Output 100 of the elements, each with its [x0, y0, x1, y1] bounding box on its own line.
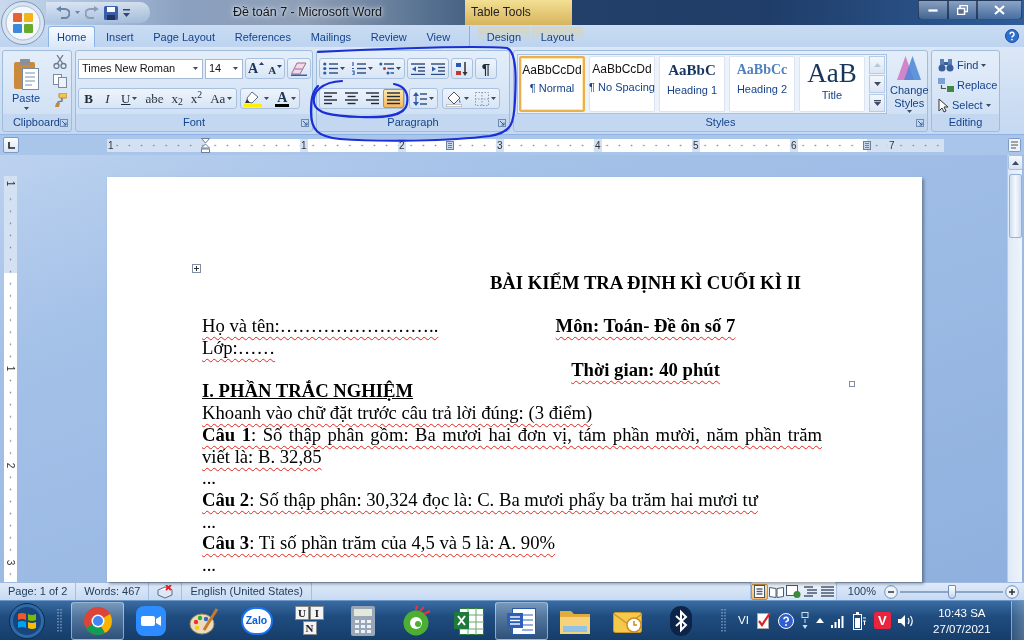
format-button[interactable]: B — [79, 89, 98, 108]
align-justify-button[interactable] — [383, 89, 404, 108]
ribbon-tab[interactable]: References — [225, 26, 300, 47]
ribbon-tab[interactable]: Home — [48, 26, 96, 47]
format-button[interactable]: Aa — [206, 89, 237, 108]
l-shape-icon — [7, 141, 15, 149]
column-marker-icon[interactable] — [446, 140, 454, 150]
ruler-number: 7 — [888, 138, 896, 152]
style-item[interactable]: AaBbCc Heading 2 — [729, 56, 795, 112]
grip-icon[interactable] — [721, 607, 726, 634]
caret-icon — [233, 67, 238, 70]
ribbon-tab[interactable]: Mailings — [301, 26, 360, 47]
style-item[interactable]: AaBbC Heading 1 — [659, 56, 725, 112]
minimize-button[interactable] — [918, 0, 948, 20]
taskbar-button[interactable] — [495, 601, 548, 640]
app-logo[interactable]: V — [873, 612, 891, 629]
zoom-in-icon[interactable] — [1005, 584, 1019, 599]
tab-stop-button[interactable] — [3, 137, 19, 153]
sort-button[interactable] — [451, 58, 473, 79]
style-item[interactable]: AaB Title — [799, 56, 865, 112]
view-button[interactable] — [750, 583, 768, 600]
grow-font-button[interactable]: A — [246, 59, 267, 78]
ribbon-tab[interactable]: View — [417, 26, 460, 47]
multilevel-list-icon — [379, 62, 394, 75]
indent-marker-icon[interactable] — [201, 137, 210, 153]
shrink-font-button[interactable]: A — [266, 59, 285, 78]
clock-time[interactable]: 10:43 SA — [938, 604, 986, 621]
slider-thumb[interactable] — [947, 584, 956, 599]
battery-icon[interactable] — [852, 611, 867, 630]
ribbon-tab[interactable]: Page Layout — [144, 26, 224, 47]
gallery-more-button[interactable] — [869, 94, 885, 112]
minimize-icon — [928, 8, 938, 12]
font-size-field[interactable]: 14 — [205, 58, 243, 79]
paint-bucket-button[interactable] — [443, 89, 472, 108]
brush-icon[interactable] — [53, 93, 67, 107]
scroll-up-button[interactable] — [1008, 155, 1023, 170]
taskbar-button[interactable]: Zalo — [230, 601, 283, 640]
ruler-number: 1 — [300, 138, 308, 152]
format-button[interactable]: U — [117, 89, 142, 108]
style-item[interactable]: AaBbCcDd ¶ No Spacing — [589, 56, 655, 112]
zoom-out-icon[interactable] — [884, 584, 898, 599]
triangle-icon — [277, 65, 283, 68]
dialog-launcher-icon[interactable] — [916, 119, 924, 127]
font-color-button[interactable]: A — [272, 89, 300, 108]
ruler-toggle-icon[interactable] — [1008, 138, 1021, 152]
replace-button[interactable]: Replace — [935, 76, 1001, 95]
help-icon[interactable] — [1005, 29, 1019, 43]
view-button[interactable] — [784, 583, 802, 600]
clipboard-icon — [13, 58, 39, 90]
dialog-launcher-icon[interactable] — [60, 119, 68, 127]
up-arrow-icon[interactable] — [815, 618, 824, 623]
style-item[interactable]: AaBbCcDd ¶ Normal — [519, 56, 585, 112]
paper-check-icon[interactable] — [755, 612, 771, 629]
save-icon[interactable] — [104, 5, 118, 20]
dialog-launcher-icon[interactable] — [301, 119, 309, 127]
undo-icon[interactable] — [56, 6, 70, 19]
input-language[interactable]: VI — [738, 613, 749, 628]
cut-icon[interactable] — [53, 55, 67, 69]
signal-icon[interactable] — [830, 613, 846, 628]
dialog-launcher-icon[interactable] — [498, 119, 506, 127]
restore-button[interactable] — [948, 0, 977, 20]
book-error-icon[interactable] — [157, 584, 174, 599]
close-button[interactable] — [977, 0, 1022, 20]
ruler-number: 5 — [692, 138, 700, 152]
format-button[interactable]: I — [98, 89, 117, 108]
clock-date[interactable]: 27/07/2021 — [933, 620, 991, 637]
view-button[interactable] — [818, 583, 836, 600]
caret-icon — [396, 67, 401, 70]
caret-icon — [132, 97, 138, 100]
format-button[interactable]: x$_{2}$ — [167, 89, 187, 108]
font-name-field[interactable]: Times New Roman — [78, 58, 203, 79]
clear-formatting-button[interactable] — [287, 58, 312, 79]
table-resize-handle-icon[interactable] — [849, 381, 855, 387]
table-move-handle-icon[interactable] — [192, 264, 201, 273]
orb-menu-icon[interactable] — [1, 1, 45, 45]
lines-icon — [819, 585, 835, 598]
speaker-icon[interactable] — [897, 613, 914, 628]
ribbon-tab[interactable]: Insert — [97, 26, 143, 47]
change-styles-button[interactable]: Change Styles — [889, 52, 930, 116]
start-orb-icon[interactable] — [9, 602, 45, 639]
show-marks-button[interactable]: ¶ — [475, 58, 497, 79]
network-icon[interactable] — [800, 612, 809, 629]
customize-caret-icon[interactable] — [123, 8, 130, 17]
grip-icon[interactable] — [57, 607, 62, 634]
zoom-level[interactable]: 100% — [847, 584, 876, 599]
gallery-down-button[interactable] — [869, 75, 885, 93]
ribbon-tab[interactable]: Review — [361, 26, 416, 47]
find-button[interactable]: Find — [935, 56, 990, 75]
taskbar-button[interactable]: U I N — [283, 601, 336, 640]
line-spacing-button[interactable] — [409, 88, 438, 109]
zoom-slider[interactable] — [900, 584, 1003, 599]
select-button[interactable]: Select — [935, 96, 994, 115]
show-desktop-button[interactable] — [1011, 601, 1024, 640]
copy-icon[interactable] — [53, 74, 67, 88]
right-indent-marker-icon[interactable] — [863, 140, 871, 150]
view-button[interactable] — [801, 583, 819, 600]
format-button[interactable]: x$^{2}$ — [186, 89, 207, 108]
paste-button[interactable]: Paste — [6, 52, 46, 116]
scrollbar-thumb[interactable] — [1009, 174, 1022, 238]
caret-icon — [491, 97, 496, 100]
